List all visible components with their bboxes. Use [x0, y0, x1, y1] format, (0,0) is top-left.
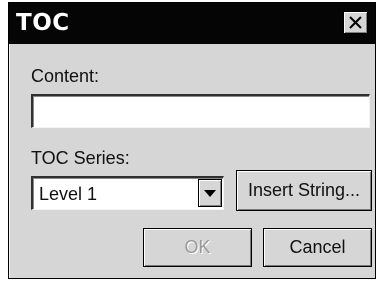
toc-dialog: TOC Content: TOC Series: Level 1 Insert … — [8, 2, 376, 279]
ok-label: OK — [184, 237, 211, 257]
dialog-title: TOC — [16, 10, 70, 36]
cancel-button[interactable]: Cancel — [263, 228, 372, 267]
chevron-down-icon — [204, 190, 216, 197]
content-input[interactable] — [31, 94, 370, 128]
insert-string-button[interactable]: Insert String... — [236, 170, 372, 211]
cancel-label: Cancel — [289, 237, 346, 257]
close-icon — [349, 16, 362, 29]
ok-button[interactable]: OK — [143, 228, 252, 267]
insert-string-label: Insert String... — [247, 180, 361, 200]
dropdown-button[interactable] — [198, 179, 222, 207]
toc-series-value: Level 1 — [39, 184, 98, 204]
content-label: Content: — [31, 66, 100, 86]
toc-series-label: TOC Series: — [31, 148, 130, 168]
toc-series-select[interactable]: Level 1 — [31, 176, 224, 210]
close-button[interactable] — [343, 11, 368, 34]
title-bar[interactable]: TOC — [9, 3, 375, 44]
